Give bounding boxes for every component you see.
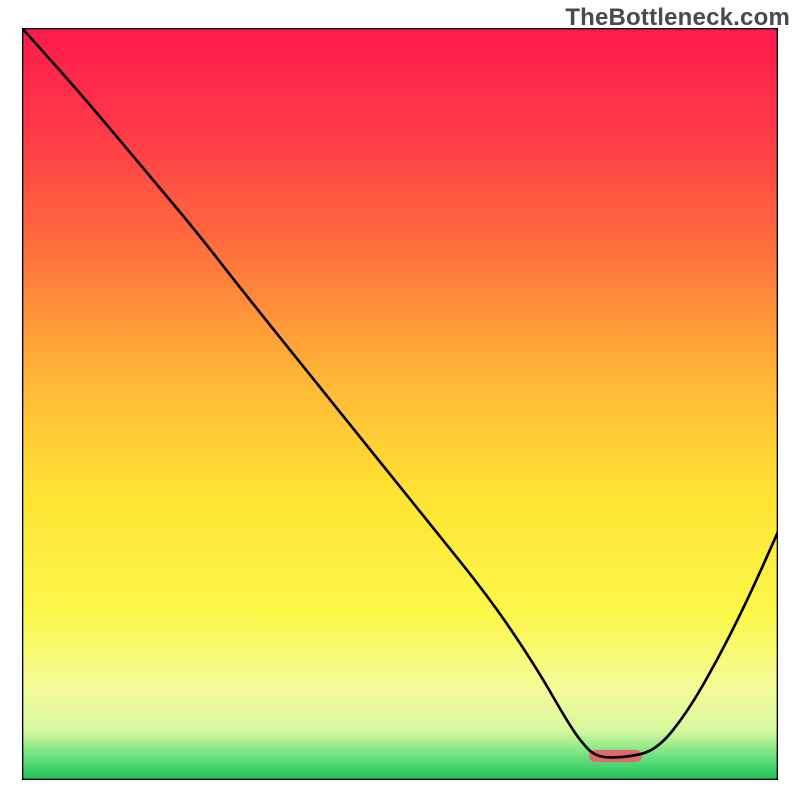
plot-svg (22, 28, 778, 780)
chart-root: TheBottleneck.com (0, 0, 800, 800)
background-gradient (22, 28, 778, 780)
bottleneck-plot (22, 28, 778, 780)
